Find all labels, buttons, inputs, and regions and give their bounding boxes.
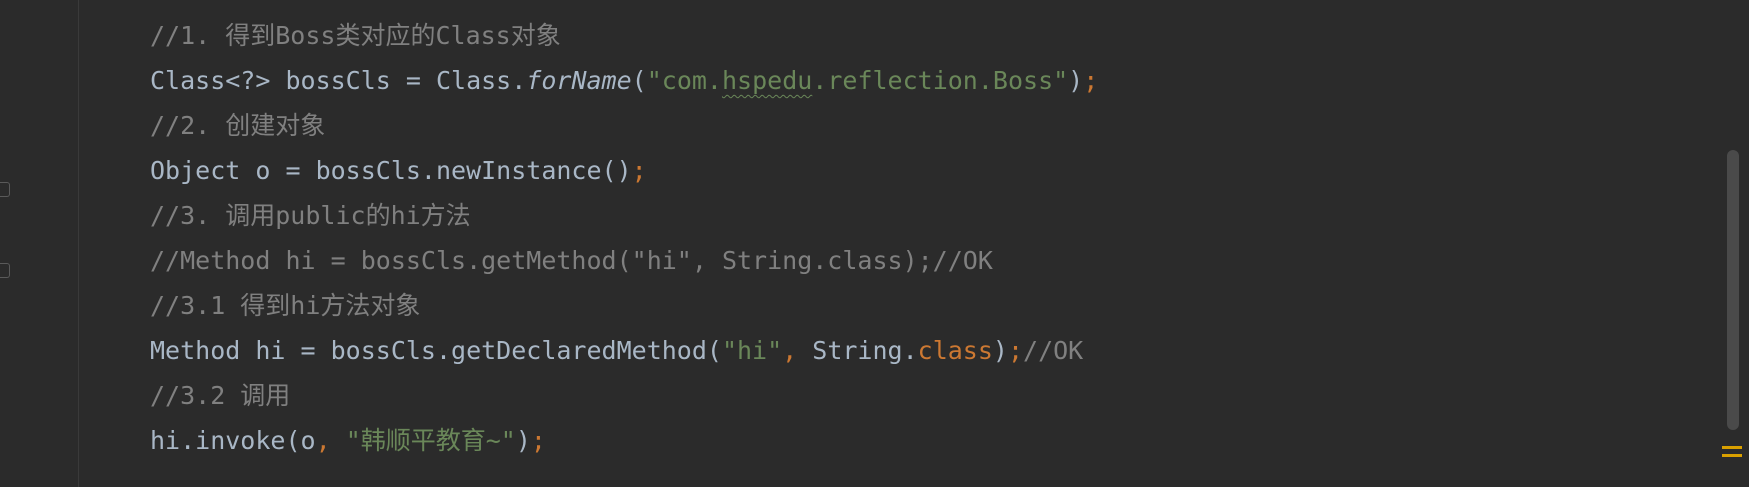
marker-stripe xyxy=(1722,454,1742,457)
code-text-area[interactable]: //1. 得到Boss类对应的Class对象 Class<?> bossCls =… xyxy=(150,13,1098,463)
warning-stripes-icon[interactable] xyxy=(1722,446,1742,468)
code-line[interactable]: Method hi = bossCls.getDeclaredMethod("h… xyxy=(150,328,1098,373)
fold-marker-icon[interactable] xyxy=(0,182,10,197)
code-line[interactable]: //3. 调用public的hi方法 xyxy=(150,193,1098,238)
code-token: ) xyxy=(1068,66,1084,95)
code-token: Class<?> bossCls = Class. xyxy=(150,66,527,95)
code-token: //1. 得到Boss类对应的Class对象 xyxy=(150,21,561,50)
code-token: , xyxy=(315,426,346,455)
code-token: ) xyxy=(992,336,1008,365)
code-token: .reflection.Boss" xyxy=(812,66,1069,95)
code-token: String. xyxy=(812,336,918,365)
fold-marker-icon[interactable] xyxy=(0,263,10,278)
code-token: //3.2 调用 xyxy=(150,381,291,410)
code-token: ; xyxy=(1083,66,1099,95)
vertical-scrollbar-thumb[interactable] xyxy=(1727,150,1739,430)
code-token: "com. xyxy=(646,66,722,95)
code-token: , xyxy=(782,336,813,365)
code-token: //2. 创建对象 xyxy=(150,111,326,140)
code-token: Method hi = bossCls.getDeclaredMethod( xyxy=(150,336,722,365)
code-line[interactable]: //2. 创建对象 xyxy=(150,103,1098,148)
code-line[interactable]: //3.1 得到hi方法对象 xyxy=(150,283,1098,328)
code-editor[interactable]: //1. 得到Boss类对应的Class对象 Class<?> bossCls =… xyxy=(0,0,1749,487)
code-line[interactable]: //Method hi = bossCls.getMethod("hi", St… xyxy=(150,238,1098,283)
code-token: //Method hi = bossCls.getMethod("hi", St… xyxy=(150,246,993,275)
line-gutter[interactable] xyxy=(0,0,79,487)
code-token: ; xyxy=(530,426,546,455)
code-token: ) xyxy=(515,426,531,455)
code-token: ; xyxy=(631,156,647,185)
code-line[interactable]: //3.2 调用 xyxy=(150,373,1098,418)
code-token: //3. 调用public的hi方法 xyxy=(150,201,471,230)
code-token: //OK xyxy=(1023,336,1084,365)
code-line[interactable]: hi.invoke(o, "韩顺平教育~"); xyxy=(150,418,1098,463)
marker-stripe xyxy=(1722,446,1742,449)
code-token: "韩顺平教育~" xyxy=(345,426,516,455)
code-token: hspedu xyxy=(721,66,813,95)
code-token: forName xyxy=(526,66,632,95)
code-token: hi.invoke(o xyxy=(150,426,316,455)
code-line[interactable]: //1. 得到Boss类对应的Class对象 xyxy=(150,13,1098,58)
code-line[interactable]: Object o = bossCls.newInstance(); xyxy=(150,148,1098,193)
code-token: ; xyxy=(1007,336,1024,365)
code-token: "hi" xyxy=(721,336,783,365)
code-token: class xyxy=(917,336,993,365)
code-token: //3.1 得到hi方法对象 xyxy=(150,291,421,320)
code-token: Object o = bossCls.newInstance() xyxy=(150,156,632,185)
code-line[interactable]: Class<?> bossCls = Class.forName("com.hs… xyxy=(150,58,1098,103)
code-token: ( xyxy=(631,66,647,95)
